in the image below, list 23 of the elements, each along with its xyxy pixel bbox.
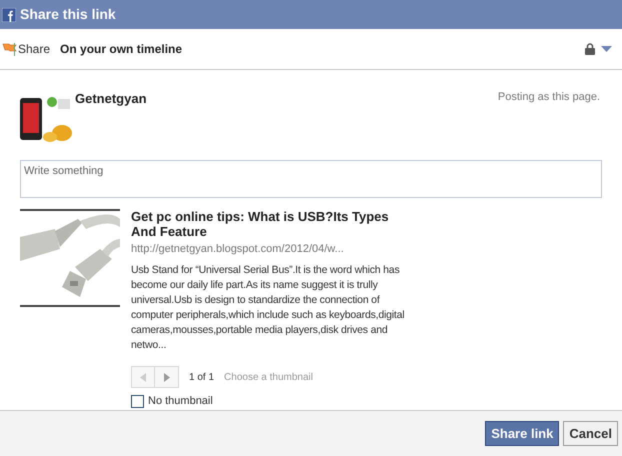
message-field[interactable]: Write something [20,160,602,198]
logo-icon [2,8,16,22]
flag-icon [2,42,17,56]
right-arrow-icon [164,372,170,382]
link-title[interactable]: Get pc online tips: What is USB?Its Types And Feature [131,208,411,239]
thumbnail-hint: Choose a thumbnail [224,370,313,385]
lock-icon [585,43,595,56]
share-label: Share [18,41,50,58]
poster-name: Getnetgyan [75,90,147,108]
page-count: 1 of 1 [189,370,214,385]
link-summary: Usb Stand for “Universal Serial Bus”.It is the word which has become our daily life part.As its name suggest it is trully universal.Usb is design to standardize the connection of computer peripherals,which include such as keyboards,digital cameras,mousses,portable media players,disk drives and netwo... [131,263,406,354]
window-title: Share this link [20,5,116,24]
cancel-button[interactable]: Cancel [563,420,618,446]
link-url: http://getnetgyan.blogspot.com/2012/04/w... [131,242,345,257]
caret-icon [601,46,612,52]
no-thumbnail-label: No thumbnail [148,394,213,410]
no-thumbnail-checkbox[interactable] [131,395,144,408]
left-arrow-icon [140,372,146,382]
posting-note: Posting as this page. [498,90,600,106]
share-link-button[interactable]: Share link [485,420,560,446]
destination-label[interactable]: On your own timeline [60,40,182,58]
privacy-dropdown[interactable] [585,43,612,56]
next-button[interactable] [155,366,179,388]
